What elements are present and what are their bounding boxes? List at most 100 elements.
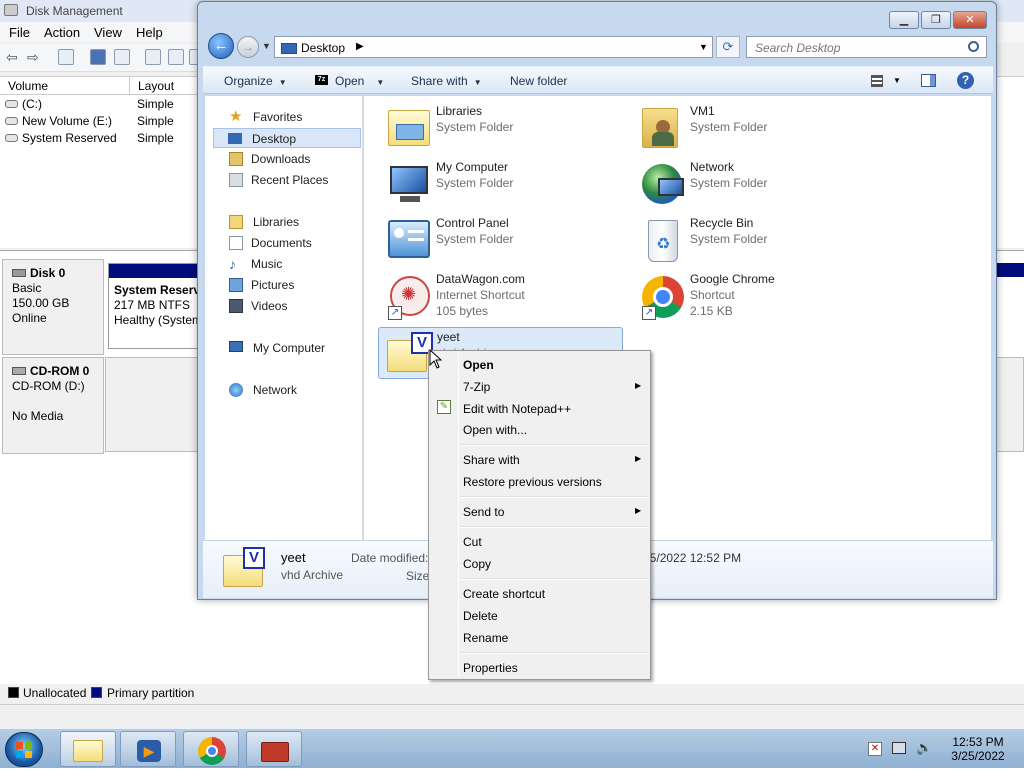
nav-label: Desktop bbox=[252, 132, 297, 146]
item-type: System Folder bbox=[436, 232, 514, 246]
menu-item-rename[interactable]: Rename bbox=[463, 626, 508, 646]
item-name: VM1 bbox=[690, 104, 715, 118]
open-button[interactable]: Open ▼ bbox=[335, 74, 384, 88]
organize-button[interactable]: Organize ▼ bbox=[224, 74, 287, 88]
close-button[interactable]: ✕ bbox=[953, 11, 987, 29]
menu-item-delete[interactable]: Delete bbox=[463, 604, 498, 624]
forward-arrow-icon[interactable]: ⇨ bbox=[27, 49, 39, 66]
refresh-button[interactable]: ⟳ bbox=[716, 36, 740, 58]
disk0-size: 150.00 GB bbox=[12, 296, 70, 310]
cdrom-drive: CD-ROM (D:) bbox=[12, 379, 85, 393]
item-network[interactable]: Network System Folder bbox=[632, 158, 877, 212]
taskbar-media-player-button[interactable]: ▶ bbox=[120, 731, 176, 767]
menu-view[interactable]: View bbox=[94, 25, 122, 40]
refresh-icon[interactable] bbox=[145, 49, 161, 65]
menu-help[interactable]: Help bbox=[136, 25, 163, 40]
menu-item-open[interactable]: Open bbox=[463, 353, 494, 373]
share-with-button[interactable]: Share with ▼ bbox=[411, 74, 482, 88]
chevron-down-icon[interactable]: ▼ bbox=[699, 42, 708, 52]
details-name: yeet bbox=[281, 550, 306, 565]
nav-pictures[interactable]: Pictures bbox=[225, 275, 361, 295]
cdrom-label[interactable]: CD-ROM 0 CD-ROM (D:) No Media bbox=[2, 357, 104, 454]
rescan-icon[interactable] bbox=[168, 49, 184, 65]
minimize-button[interactable]: ▁ bbox=[889, 11, 919, 29]
nav-libraries[interactable]: Libraries bbox=[217, 212, 353, 232]
back-button[interactable]: ← bbox=[208, 33, 234, 59]
windows-start-icon[interactable] bbox=[5, 732, 43, 767]
recycle-bin-icon: ♻ bbox=[638, 216, 686, 264]
menu-item-send-to[interactable]: Send to bbox=[463, 500, 504, 520]
help-icon[interactable] bbox=[90, 49, 106, 65]
show-hide-tree-icon[interactable] bbox=[58, 49, 74, 65]
properties-icon[interactable] bbox=[114, 49, 130, 65]
nav-recent-places[interactable]: Recent Places bbox=[225, 170, 361, 190]
menu-file[interactable]: File bbox=[9, 25, 30, 40]
menu-item-7zip[interactable]: 7-Zip bbox=[463, 375, 490, 395]
nav-documents[interactable]: Documents bbox=[225, 233, 361, 253]
taskbar-toolbox-button[interactable] bbox=[246, 731, 302, 767]
item-my-computer[interactable]: My Computer System Folder bbox=[378, 158, 623, 212]
menu-item-properties[interactable]: Properties bbox=[463, 656, 518, 676]
taskbar-chrome-button[interactable] bbox=[183, 731, 239, 767]
item-datawagon[interactable]: ✺ ↗ DataWagon.com Internet Shortcut 105 b… bbox=[378, 270, 623, 324]
nav-my-computer[interactable]: My Computer bbox=[217, 338, 353, 358]
submenu-arrow-icon: ▶ bbox=[635, 454, 642, 463]
chevron-right-icon[interactable]: ▶ bbox=[356, 41, 364, 52]
address-bar[interactable]: Desktop ▶ ▼ bbox=[274, 36, 713, 58]
system-clock[interactable]: 12:53 PM 3/25/2022 bbox=[940, 735, 1016, 763]
nav-music[interactable]: ♪ Music bbox=[225, 254, 361, 274]
forward-button[interactable]: → bbox=[237, 36, 259, 58]
nav-label: Downloads bbox=[251, 152, 311, 166]
legend-primary: Primary partition bbox=[107, 686, 195, 700]
item-libraries[interactable]: Libraries System Folder bbox=[378, 102, 623, 156]
column-volume[interactable]: Volume bbox=[0, 77, 130, 95]
recent-pages-dropdown[interactable]: ▼ bbox=[262, 41, 271, 51]
volume-row[interactable]: (C:) Simple bbox=[0, 96, 200, 113]
taskbar-explorer-button[interactable] bbox=[60, 731, 116, 767]
menu-item-share-with[interactable]: Share with bbox=[463, 448, 520, 468]
menu-item-copy[interactable]: Copy bbox=[463, 552, 491, 572]
preview-pane-icon[interactable] bbox=[921, 74, 936, 87]
item-recycle-bin[interactable]: ♻ Recycle Bin System Folder bbox=[632, 214, 877, 268]
item-type: System Folder bbox=[436, 176, 514, 190]
notepadpp-icon: ✎ bbox=[437, 400, 451, 414]
menu-action[interactable]: Action bbox=[44, 25, 80, 40]
volume-row[interactable]: System Reserved Simple bbox=[0, 130, 200, 147]
maximize-button[interactable]: ❐ bbox=[921, 11, 951, 29]
nav-desktop[interactable]: Desktop bbox=[213, 128, 361, 148]
volume-icon[interactable]: 🔈 bbox=[916, 740, 932, 756]
nav-network[interactable]: Network bbox=[217, 380, 353, 400]
nav-label: Music bbox=[251, 257, 283, 271]
navigation-pane: ★ Favorites Desktop Downloads Recent Plac… bbox=[205, 96, 363, 540]
menu-item-cut[interactable]: Cut bbox=[463, 530, 482, 550]
view-dropdown-icon[interactable]: ▼ bbox=[893, 76, 901, 85]
view-options-icon[interactable] bbox=[871, 75, 883, 87]
menu-item-open-with[interactable]: Open with... bbox=[463, 418, 527, 438]
action-center-icon[interactable]: ✕ bbox=[868, 742, 882, 756]
search-placeholder: Search Desktop bbox=[755, 41, 841, 55]
caption-buttons: ▁ ❐ ✕ bbox=[889, 11, 987, 29]
network-status-icon[interactable] bbox=[892, 742, 906, 754]
nav-favorites[interactable]: ★ Favorites bbox=[217, 107, 353, 127]
nav-downloads[interactable]: Downloads bbox=[225, 149, 361, 169]
help-icon[interactable]: ? bbox=[957, 72, 974, 89]
item-vm1[interactable]: VM1 System Folder bbox=[632, 102, 877, 156]
disk0-label[interactable]: Disk 0 Basic 150.00 GB Online bbox=[2, 259, 104, 355]
menu-item-edit-notepadpp[interactable]: Edit with Notepad++ bbox=[463, 397, 571, 417]
item-control-panel[interactable]: Control Panel System Folder bbox=[378, 214, 623, 268]
search-icon[interactable] bbox=[968, 41, 979, 52]
nav-label: Favorites bbox=[253, 110, 303, 124]
search-input[interactable]: Search Desktop bbox=[746, 36, 987, 58]
item-name: Control Panel bbox=[436, 216, 509, 230]
column-layout[interactable]: Layout bbox=[130, 77, 200, 95]
item-google-chrome[interactable]: ↗ Google Chrome Shortcut 2.15 KB bbox=[632, 270, 877, 324]
back-arrow-icon[interactable]: ⇦ bbox=[6, 49, 18, 66]
menu-separator bbox=[460, 652, 648, 654]
menu-item-restore-versions[interactable]: Restore previous versions bbox=[463, 470, 602, 490]
volume-name: (C:) bbox=[22, 97, 42, 111]
volume-row[interactable]: New Volume (E:) Simple bbox=[0, 113, 200, 130]
folder-icon bbox=[73, 740, 103, 762]
new-folder-button[interactable]: New folder bbox=[510, 74, 567, 88]
nav-videos[interactable]: Videos bbox=[225, 296, 361, 316]
menu-item-create-shortcut[interactable]: Create shortcut bbox=[463, 582, 545, 602]
